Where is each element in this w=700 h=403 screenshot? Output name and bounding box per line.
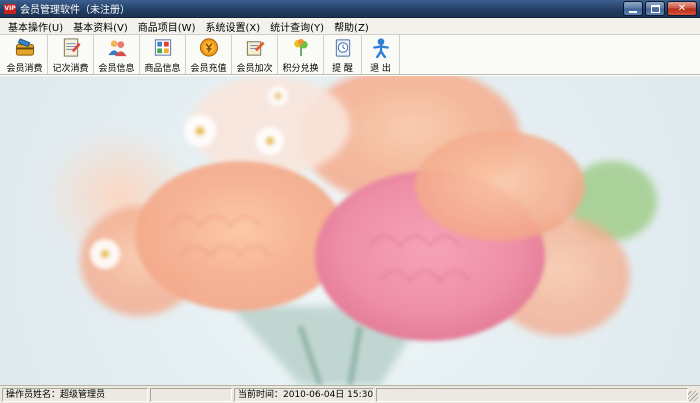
status-empty-panel — [376, 387, 688, 402]
member-add-count-button[interactable]: 会员加次 — [232, 35, 278, 74]
tool-label: 退 出 — [370, 64, 391, 74]
menu-basic-ops[interactable]: 基本操作(U) — [3, 19, 68, 34]
close-button[interactable]: ✕ — [667, 1, 697, 16]
tool-label: 提 醒 — [332, 64, 353, 74]
exit-button[interactable]: 退 出 — [362, 35, 400, 74]
tool-label: 会员信息 — [98, 64, 135, 74]
count-consume-button[interactable]: 记次消费 — [48, 35, 94, 74]
window-title: 会员管理软件（未注册） — [20, 5, 130, 16]
toolbar: 会员消费 记次消费 会员信息 商品信息 会员充值 会员加次 积分兑换 提 醒 退… — [0, 35, 700, 75]
tool-label: 会员充值 — [190, 64, 227, 74]
maximize-icon — [650, 4, 660, 13]
coin-icon — [199, 38, 218, 57]
minimize-icon — [629, 10, 637, 13]
tool-label: 商品信息 — [144, 64, 181, 74]
member-recharge-button[interactable]: 会员充值 — [186, 35, 232, 74]
tool-label: 会员加次 — [236, 64, 273, 74]
menu-statistics[interactable]: 统计查询(Y) — [265, 19, 329, 34]
add-count-icon — [246, 41, 265, 56]
product-info-button[interactable]: 商品信息 — [140, 35, 186, 74]
operator-status: 操作员姓名：超级管理员 — [2, 387, 148, 402]
flower-background-image — [40, 76, 657, 385]
tool-label: 记次消费 — [52, 64, 89, 74]
close-icon: ✕ — [677, 3, 687, 14]
card-swipe-icon — [15, 38, 34, 56]
ticket-icon — [63, 38, 81, 57]
exit-icon — [372, 38, 389, 58]
main-background — [0, 76, 700, 385]
points-exchange-button[interactable]: 积分兑换 — [278, 35, 324, 74]
maximize-button[interactable] — [645, 1, 665, 16]
gift-icon — [293, 38, 308, 57]
title-bar: VIP 会员管理软件（未注册） ✕ — [0, 0, 700, 18]
menu-help[interactable]: 帮助(Z) — [329, 19, 374, 34]
menu-basic-data[interactable]: 基本资料(V) — [68, 19, 133, 34]
window-controls: ✕ — [623, 1, 697, 16]
minimize-button[interactable] — [623, 1, 643, 16]
tool-label: 积分兑换 — [282, 64, 319, 74]
menu-products[interactable]: 商品项目(W) — [133, 19, 201, 34]
app-icon: VIP — [4, 3, 16, 14]
status-spacer — [150, 387, 232, 402]
tool-label: 会员消费 — [6, 64, 43, 74]
menu-bar: 基本操作(U) 基本资料(V) 商品项目(W) 系统设置(X) 统计查询(Y) … — [0, 18, 700, 35]
resize-grip[interactable] — [688, 391, 698, 401]
member-consume-button[interactable]: 会员消费 — [2, 35, 48, 74]
reminder-icon — [335, 39, 350, 57]
status-bar: 操作员姓名：超级管理员 当前时间：2010-06-04日 15:30:22 — [0, 385, 700, 403]
member-info-button[interactable]: 会员信息 — [94, 35, 140, 74]
current-time-status: 当前时间：2010-06-04日 15:30:22 — [234, 387, 374, 402]
reminder-button[interactable]: 提 醒 — [324, 35, 362, 74]
members-icon — [107, 40, 127, 57]
menu-settings[interactable]: 系统设置(X) — [200, 19, 265, 34]
grid-icon — [154, 39, 171, 56]
